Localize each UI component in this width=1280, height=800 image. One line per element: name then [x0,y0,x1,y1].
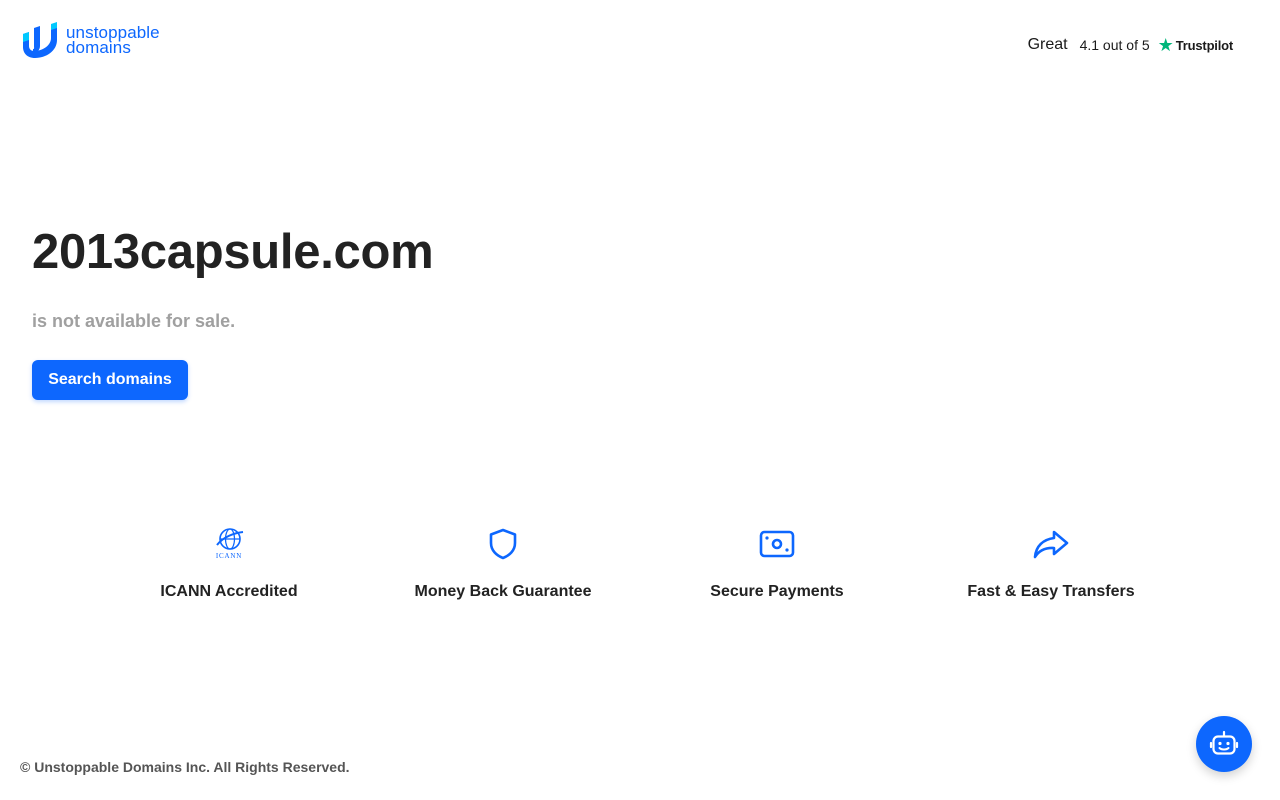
feature-label: Secure Payments [710,583,844,600]
icann-logo-text: ICANN [216,552,242,560]
share-arrow-icon [1032,526,1070,562]
trustpilot-score: 4.1 out of 5 [1079,37,1150,53]
domain-name-heading: 2013capsule.com [32,225,434,279]
feature-label: ICANN Accredited [160,583,298,600]
logo-link[interactable]: unstoppable domains [20,22,160,58]
payment-card-icon [759,526,795,562]
chatbot-icon [1209,730,1239,755]
logo-text: unstoppable domains [66,24,160,57]
search-domains-button[interactable]: Search domains [32,360,188,400]
page: unstoppable domains Great 4.1 out of 5 ★… [0,0,1280,800]
feature-label: Fast & Easy Transfers [967,583,1135,600]
chatbot-button[interactable] [1196,716,1252,772]
trustpilot-widget[interactable]: Great 4.1 out of 5 ★ Trustpilot [1027,35,1234,55]
logo-text-line2: domains [66,38,131,57]
shield-icon [487,526,519,562]
availability-status: is not available for sale. [32,311,236,331]
feature-fast-transfers: Fast & Easy Transfers [921,526,1181,601]
unstoppable-domains-logo-icon [23,22,57,58]
feature-icann: ICANN ICANN Accredited [99,526,359,601]
icann-logo-icon: ICANN [212,526,246,562]
features-row: ICANN ICANN Accredited Money Back Guaran… [0,526,1280,616]
feature-money-back: Money Back Guarantee [373,526,633,601]
copyright-text: © Unstoppable Domains Inc. All Rights Re… [20,759,350,775]
trustpilot-rating-word: Great [1027,36,1068,53]
trustpilot-star-icon: ★ [1157,35,1174,55]
feature-secure-payments: Secure Payments [647,526,907,601]
feature-label: Money Back Guarantee [414,583,592,600]
trustpilot-brand: Trustpilot [1175,37,1233,53]
